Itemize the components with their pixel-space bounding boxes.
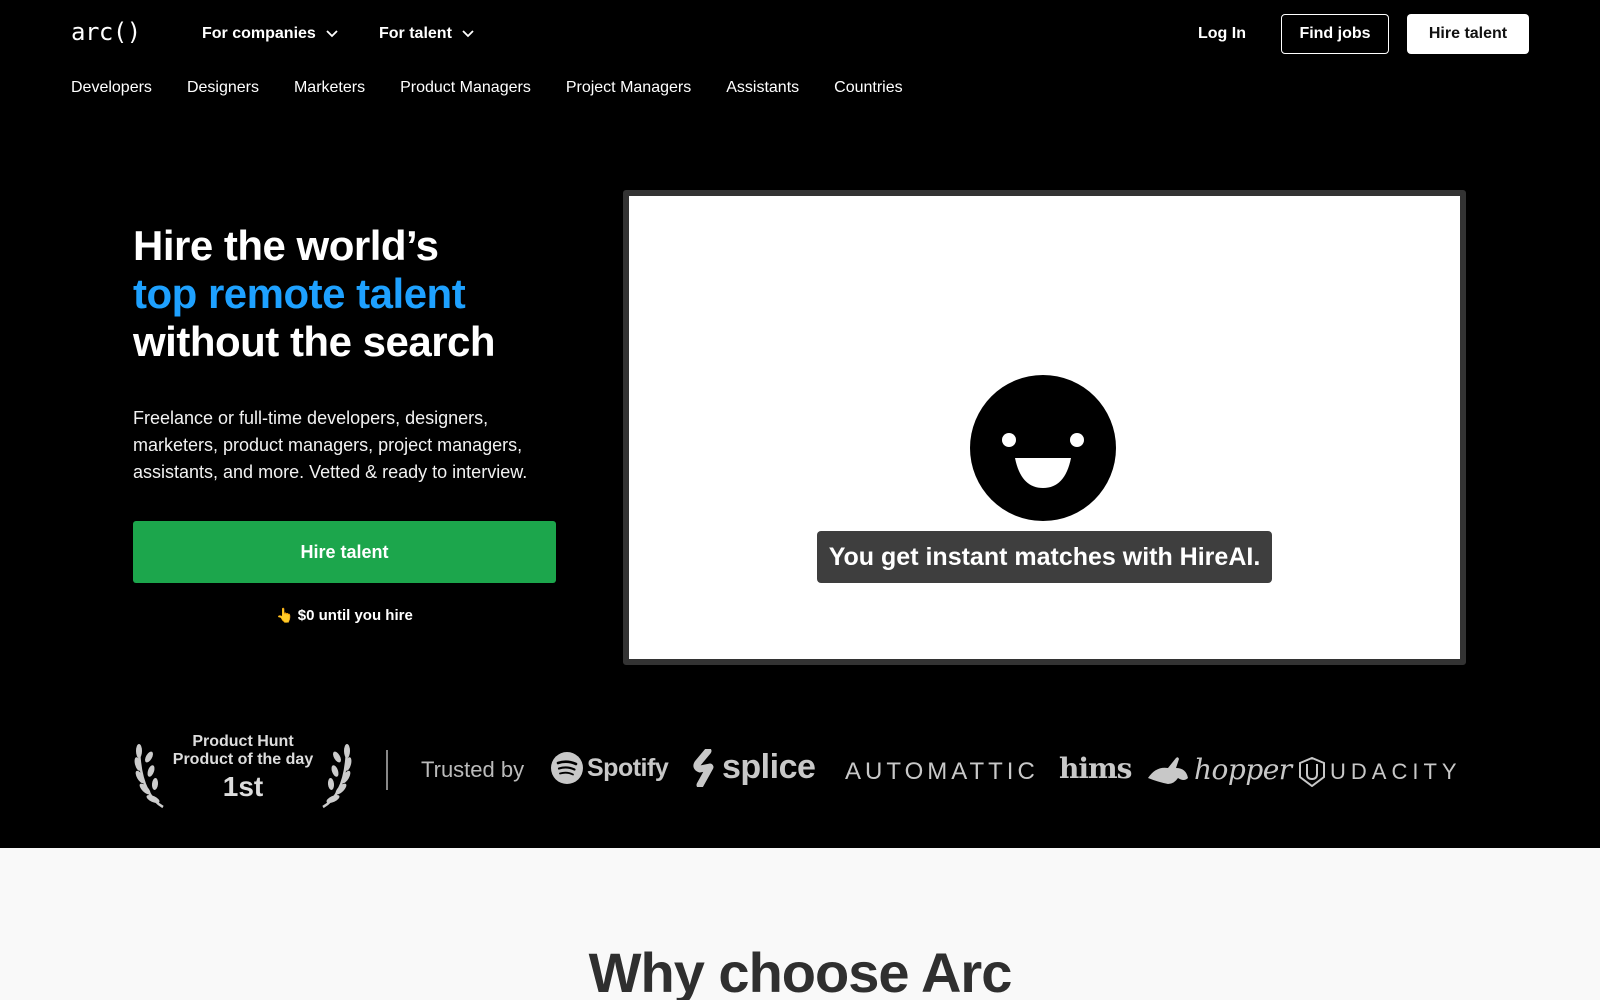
- hero-title-line1: Hire the world’s: [133, 222, 439, 269]
- subnav-item-project-managers[interactable]: Project Managers: [566, 79, 691, 97]
- nav-for-talent-label: For talent: [379, 25, 452, 42]
- automattic-logo: AUTOMATTIC: [845, 758, 1039, 785]
- udacity-logo: UDACITY: [1298, 757, 1462, 787]
- hims-logo: hims: [1059, 752, 1132, 785]
- hire-talent-header-button[interactable]: Hire talent: [1407, 14, 1529, 54]
- chevron-down-icon: [326, 30, 338, 38]
- why-section: Why choose Arc: [0, 848, 1600, 1000]
- find-jobs-button[interactable]: Find jobs: [1281, 14, 1389, 54]
- splice-wordmark: splice: [722, 748, 816, 786]
- pricing-note-text: $0 until you hire: [297, 607, 413, 624]
- video-caption: You get instant matches with HireAI.: [817, 531, 1272, 583]
- hero-title-highlight: top remote talent: [133, 270, 466, 317]
- spotify-wordmark: Spotify: [587, 753, 669, 782]
- category-subnav: Developers Designers Marketers Product M…: [71, 79, 903, 97]
- udacity-wordmark: UDACITY: [1330, 759, 1462, 784]
- subnav-item-countries[interactable]: Countries: [834, 79, 902, 97]
- nav-for-companies-label: For companies: [202, 25, 316, 42]
- login-link[interactable]: Log In: [1198, 25, 1246, 43]
- product-hunt-award[interactable]: Product Hunt Product of the day 1st: [133, 733, 353, 809]
- subnav-item-designers[interactable]: Designers: [187, 79, 259, 97]
- smiley-face-icon: [970, 375, 1116, 521]
- udacity-icon: [1299, 757, 1325, 787]
- splice-icon: [693, 748, 714, 787]
- hero-title: Hire the world’s top remote talent witho…: [133, 222, 496, 366]
- award-text: Product Hunt Product of the day 1st: [133, 733, 353, 805]
- hero-video[interactable]: You get instant matches with HireAI.: [623, 190, 1466, 665]
- hero-title-line3: without the search: [133, 318, 496, 365]
- divider: [386, 750, 388, 790]
- hero-subtitle: Freelance or full-time developers, desig…: [133, 408, 528, 482]
- award-line1: Product Hunt: [192, 733, 294, 750]
- arc-logo[interactable]: arc(): [71, 18, 141, 46]
- nav-for-talent[interactable]: For talent: [379, 25, 474, 43]
- splice-logo: splice: [692, 748, 816, 787]
- chevron-down-icon: [462, 30, 474, 38]
- pricing-note: 👆 $0 until you hire: [133, 607, 556, 624]
- subnav-item-product-managers[interactable]: Product Managers: [400, 79, 531, 97]
- bunny-icon: [1148, 756, 1188, 784]
- award-line2: Product of the day: [172, 751, 314, 768]
- nav-for-companies[interactable]: For companies: [202, 25, 338, 43]
- subnav-item-assistants[interactable]: Assistants: [726, 79, 799, 97]
- award-rank: 1st: [222, 771, 264, 802]
- spotify-logo: Spotify: [551, 752, 669, 784]
- spotify-icon: [551, 752, 583, 784]
- hire-talent-cta-button[interactable]: Hire talent: [133, 521, 556, 583]
- pointing-up-icon: 👆: [276, 607, 294, 623]
- trusted-by-label: Trusted by: [421, 757, 525, 782]
- subnav-item-developers[interactable]: Developers: [71, 79, 152, 97]
- top-navigation: arc() For companies For talent Log In Fi…: [0, 0, 1600, 70]
- hopper-wordmark: hopper: [1194, 753, 1292, 786]
- subnav-item-marketers[interactable]: Marketers: [294, 79, 365, 97]
- hopper-logo: hopper: [1146, 753, 1292, 786]
- why-choose-heading: Why choose Arc: [588, 941, 1013, 1000]
